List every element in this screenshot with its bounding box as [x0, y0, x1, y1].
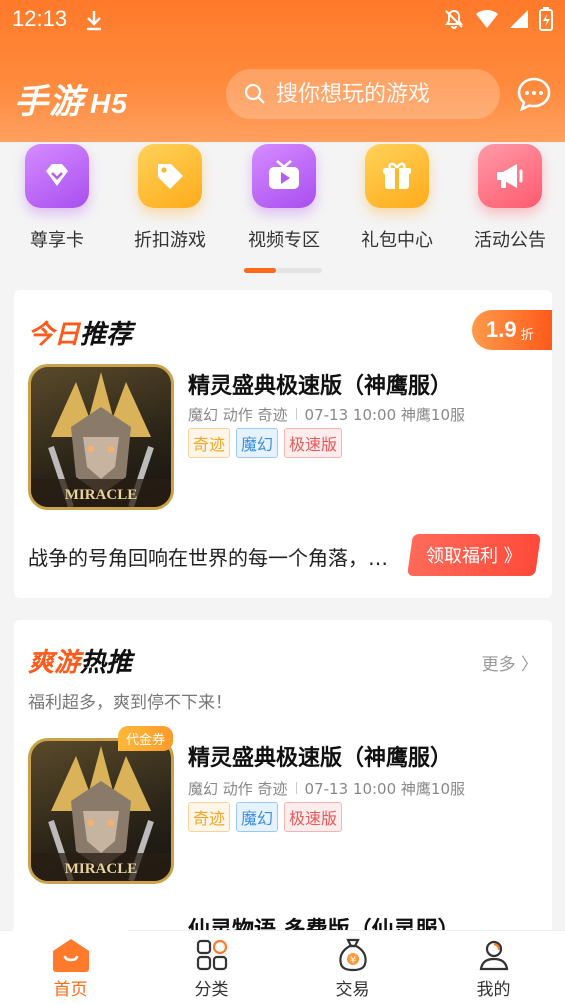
- game-tags: 奇迹 魔幻 极速版: [188, 428, 343, 458]
- category-label: 活动公告: [474, 230, 546, 251]
- category-icon: [141, 935, 282, 975]
- game-genres: 魔幻 动作 奇迹: [188, 406, 288, 424]
- discount-badge: 1.9 折: [472, 310, 552, 350]
- message-icon[interactable]: [516, 76, 552, 112]
- tab-label: 首页: [53, 980, 88, 1000]
- logo-main-text: 手游: [14, 82, 84, 122]
- download-icon: [87, 11, 101, 31]
- category-gift-center[interactable]: 礼包中心: [347, 144, 447, 252]
- hot-games-card: 爽游热推 更多 〉 福利超多，爽到停不下来！ 代金券 MIRACLE 精灵盛典极…: [14, 620, 552, 940]
- tab-home[interactable]: 首页: [0, 931, 141, 1004]
- game-genres: 魔幻 动作 奇迹: [188, 780, 288, 798]
- profile-icon: [423, 935, 564, 975]
- tag-icon: [138, 144, 202, 208]
- logo-h5-text: H5: [90, 88, 128, 119]
- game-tag: 奇迹: [188, 428, 231, 458]
- search-bar[interactable]: [226, 69, 500, 119]
- game-icon-text: MIRACLE: [65, 861, 138, 877]
- megaphone-icon: [478, 144, 542, 208]
- game-tags: 奇迹 魔幻 极速版: [188, 802, 343, 832]
- game-icon-text: MIRACLE: [65, 487, 138, 503]
- status-icons: [443, 7, 553, 31]
- meta-separator: [295, 782, 297, 794]
- tab-profile[interactable]: 我的: [423, 931, 564, 1004]
- game-meta: 魔幻 动作 奇迹 07-13 10:00 神鹰10服: [188, 778, 465, 799]
- category-discount-games[interactable]: 折扣游戏: [120, 144, 220, 252]
- claim-welfare-button[interactable]: 领取福利 》: [407, 534, 541, 576]
- bottom-tab-bar: 首页 分类 ¥ 交易 我的: [0, 899, 565, 1004]
- game-meta: 魔幻 动作 奇迹 07-13 10:00 神鹰10服: [188, 404, 465, 425]
- gift-icon: [365, 144, 429, 208]
- page-indicator: [244, 268, 322, 273]
- claim-welfare-label: 领取福利 》: [426, 546, 522, 567]
- tab-label: 我的: [476, 980, 511, 1000]
- category-label: 礼包中心: [361, 230, 433, 251]
- svg-text:¥: ¥: [349, 955, 355, 966]
- game-tag: 魔幻: [236, 428, 279, 458]
- category-label: 尊享卡: [30, 230, 84, 251]
- category-announcements[interactable]: 活动公告: [460, 144, 560, 252]
- title-highlight: 今日: [28, 320, 81, 350]
- category-label: 折扣游戏: [134, 230, 206, 251]
- today-recommend-card: 今日推荐 1.9 折 MIRACLE 精灵盛典极速版（神鹰服） 魔幻 动作 奇迹 0…: [14, 290, 552, 598]
- status-time: 12:13: [12, 6, 68, 31]
- tab-label: 交易: [335, 980, 370, 1000]
- game-server: 07-13 10:00 神鹰10服: [304, 406, 465, 424]
- title-rest: 热推: [80, 648, 133, 678]
- game-name[interactable]: 精灵盛典极速版（神鹰服）: [188, 740, 452, 772]
- card-title: 今日推荐: [28, 314, 132, 351]
- discount-unit: 折: [520, 327, 534, 343]
- search-icon: [244, 83, 265, 104]
- game-tag: 极速版: [284, 802, 343, 832]
- title-rest: 推荐: [80, 320, 133, 350]
- more-link[interactable]: 更多 〉: [482, 650, 538, 675]
- game-icon[interactable]: MIRACLE: [28, 364, 174, 510]
- category-label: 视频专区: [248, 230, 320, 251]
- money-bag-icon: ¥: [282, 935, 423, 975]
- video-icon: [252, 144, 316, 208]
- game-name[interactable]: 精灵盛典极速版（神鹰服）: [188, 368, 452, 400]
- mute-icon: [445, 9, 463, 29]
- status-bar: 12:13: [0, 0, 565, 40]
- app-logo: 手游 H5: [14, 74, 128, 123]
- meta-separator: [295, 408, 297, 420]
- diamond-icon: [25, 144, 89, 208]
- voucher-badge: 代金券: [118, 726, 174, 751]
- wifi-icon: [476, 9, 498, 28]
- game-description: 战争的号角回响在世界的每一个角落，…: [28, 546, 388, 570]
- app-header: 12:13 手游 H5: [0, 0, 565, 142]
- title-highlight: 爽游: [28, 648, 81, 678]
- home-icon: [0, 935, 141, 975]
- category-shortcuts: 尊享卡 折扣游戏 视频专区 礼包中心 活动公告: [0, 142, 565, 282]
- card-title: 爽游热推: [28, 642, 132, 679]
- tab-category[interactable]: 分类: [141, 931, 282, 1004]
- page-indicator-active: [244, 268, 276, 273]
- tab-label: 分类: [194, 980, 229, 1000]
- game-icon[interactable]: MIRACLE: [28, 738, 174, 884]
- game-tag: 魔幻: [236, 802, 279, 832]
- game-tag: 极速版: [284, 428, 343, 458]
- game-tag: 奇迹: [188, 802, 231, 832]
- battery-icon: [539, 7, 553, 31]
- game-server: 07-13 10:00 神鹰10服: [304, 780, 465, 798]
- category-vip-card[interactable]: 尊享卡: [7, 144, 107, 252]
- category-video-zone[interactable]: 视频专区: [234, 144, 334, 252]
- discount-value: 1.9: [486, 317, 517, 342]
- tab-trade[interactable]: ¥ 交易: [282, 931, 423, 1004]
- card-subtitle: 福利超多，爽到停不下来！: [28, 693, 232, 713]
- search-input[interactable]: [276, 81, 476, 107]
- signal-icon: [510, 10, 528, 28]
